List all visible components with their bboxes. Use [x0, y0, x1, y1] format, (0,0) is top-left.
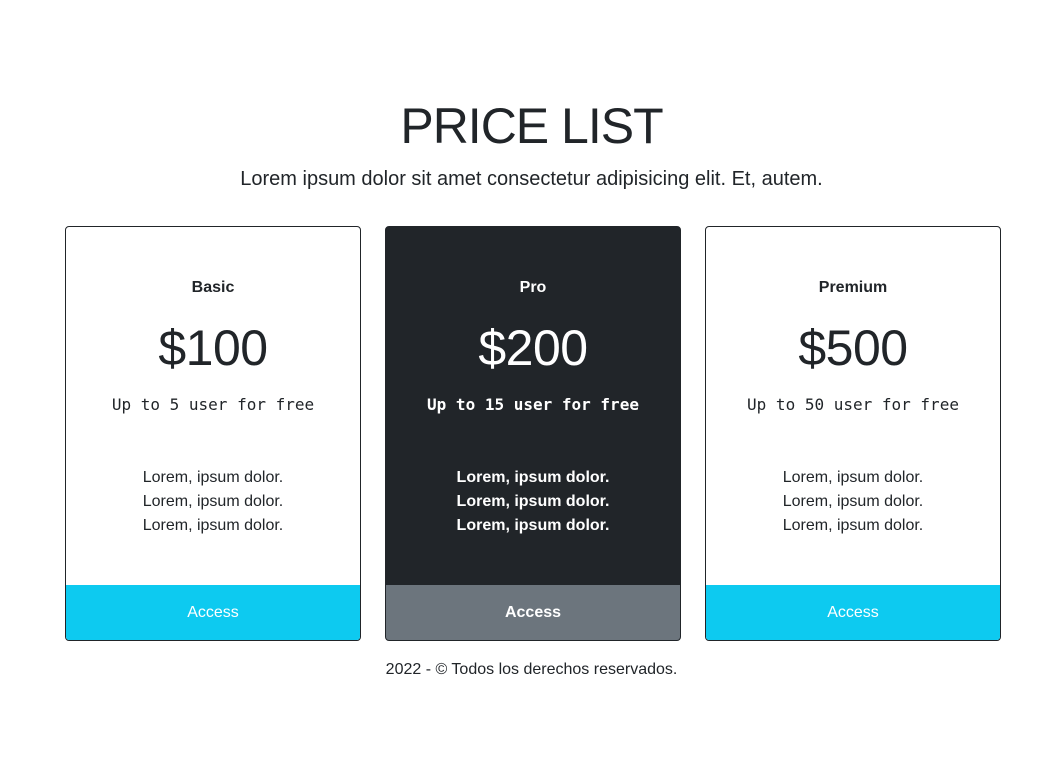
plan-users: Up to 5 user for free — [111, 395, 315, 414]
page-title: PRICE LIST — [400, 98, 663, 154]
feature-item: Lorem, ipsum dolor. — [456, 493, 610, 510]
feature-item: Lorem, ipsum dolor. — [456, 469, 610, 486]
access-button-basic[interactable]: Access — [66, 585, 360, 640]
plan-price: $500 — [798, 320, 908, 376]
plan-name: Basic — [191, 279, 235, 296]
plan-card-pro: Pro $200 Up to 15 user for free Lorem, i… — [385, 226, 681, 641]
access-button-pro[interactable]: Access — [386, 585, 680, 640]
plan-name: Pro — [519, 279, 547, 296]
page-subtitle: Lorem ipsum dolor sit amet consectetur a… — [240, 168, 823, 190]
plan-features: Lorem, ipsum dolor. Lorem, ipsum dolor. … — [706, 466, 1000, 538]
plan-card-basic: Basic $100 Up to 5 user for free Lorem, … — [65, 226, 361, 641]
feature-item: Lorem, ipsum dolor. — [456, 517, 610, 534]
plan-price: $100 — [158, 320, 268, 376]
feature-item: Lorem, ipsum dolor. — [142, 493, 284, 510]
feature-item: Lorem, ipsum dolor. — [142, 469, 284, 486]
plan-name: Premium — [818, 279, 888, 296]
feature-item: Lorem, ipsum dolor. — [782, 517, 924, 534]
plan-price: $200 — [478, 320, 588, 376]
plan-features: Lorem, ipsum dolor. Lorem, ipsum dolor. … — [66, 466, 360, 538]
feature-item: Lorem, ipsum dolor. — [782, 493, 924, 510]
plan-card-premium: Premium $500 Up to 50 user for free Lore… — [705, 226, 1001, 641]
plan-users: Up to 50 user for free — [747, 395, 959, 414]
feature-item: Lorem, ipsum dolor. — [782, 469, 924, 486]
pricing-page: PRICE LIST Lorem ipsum dolor sit amet co… — [0, 0, 1063, 783]
footer-copyright: 2022 - © Todos los derechos reservados. — [385, 661, 678, 678]
plan-features: Lorem, ipsum dolor. Lorem, ipsum dolor. … — [386, 466, 680, 538]
plan-users: Up to 15 user for free — [427, 395, 639, 414]
access-button-premium[interactable]: Access — [706, 585, 1000, 640]
feature-item: Lorem, ipsum dolor. — [142, 517, 284, 534]
